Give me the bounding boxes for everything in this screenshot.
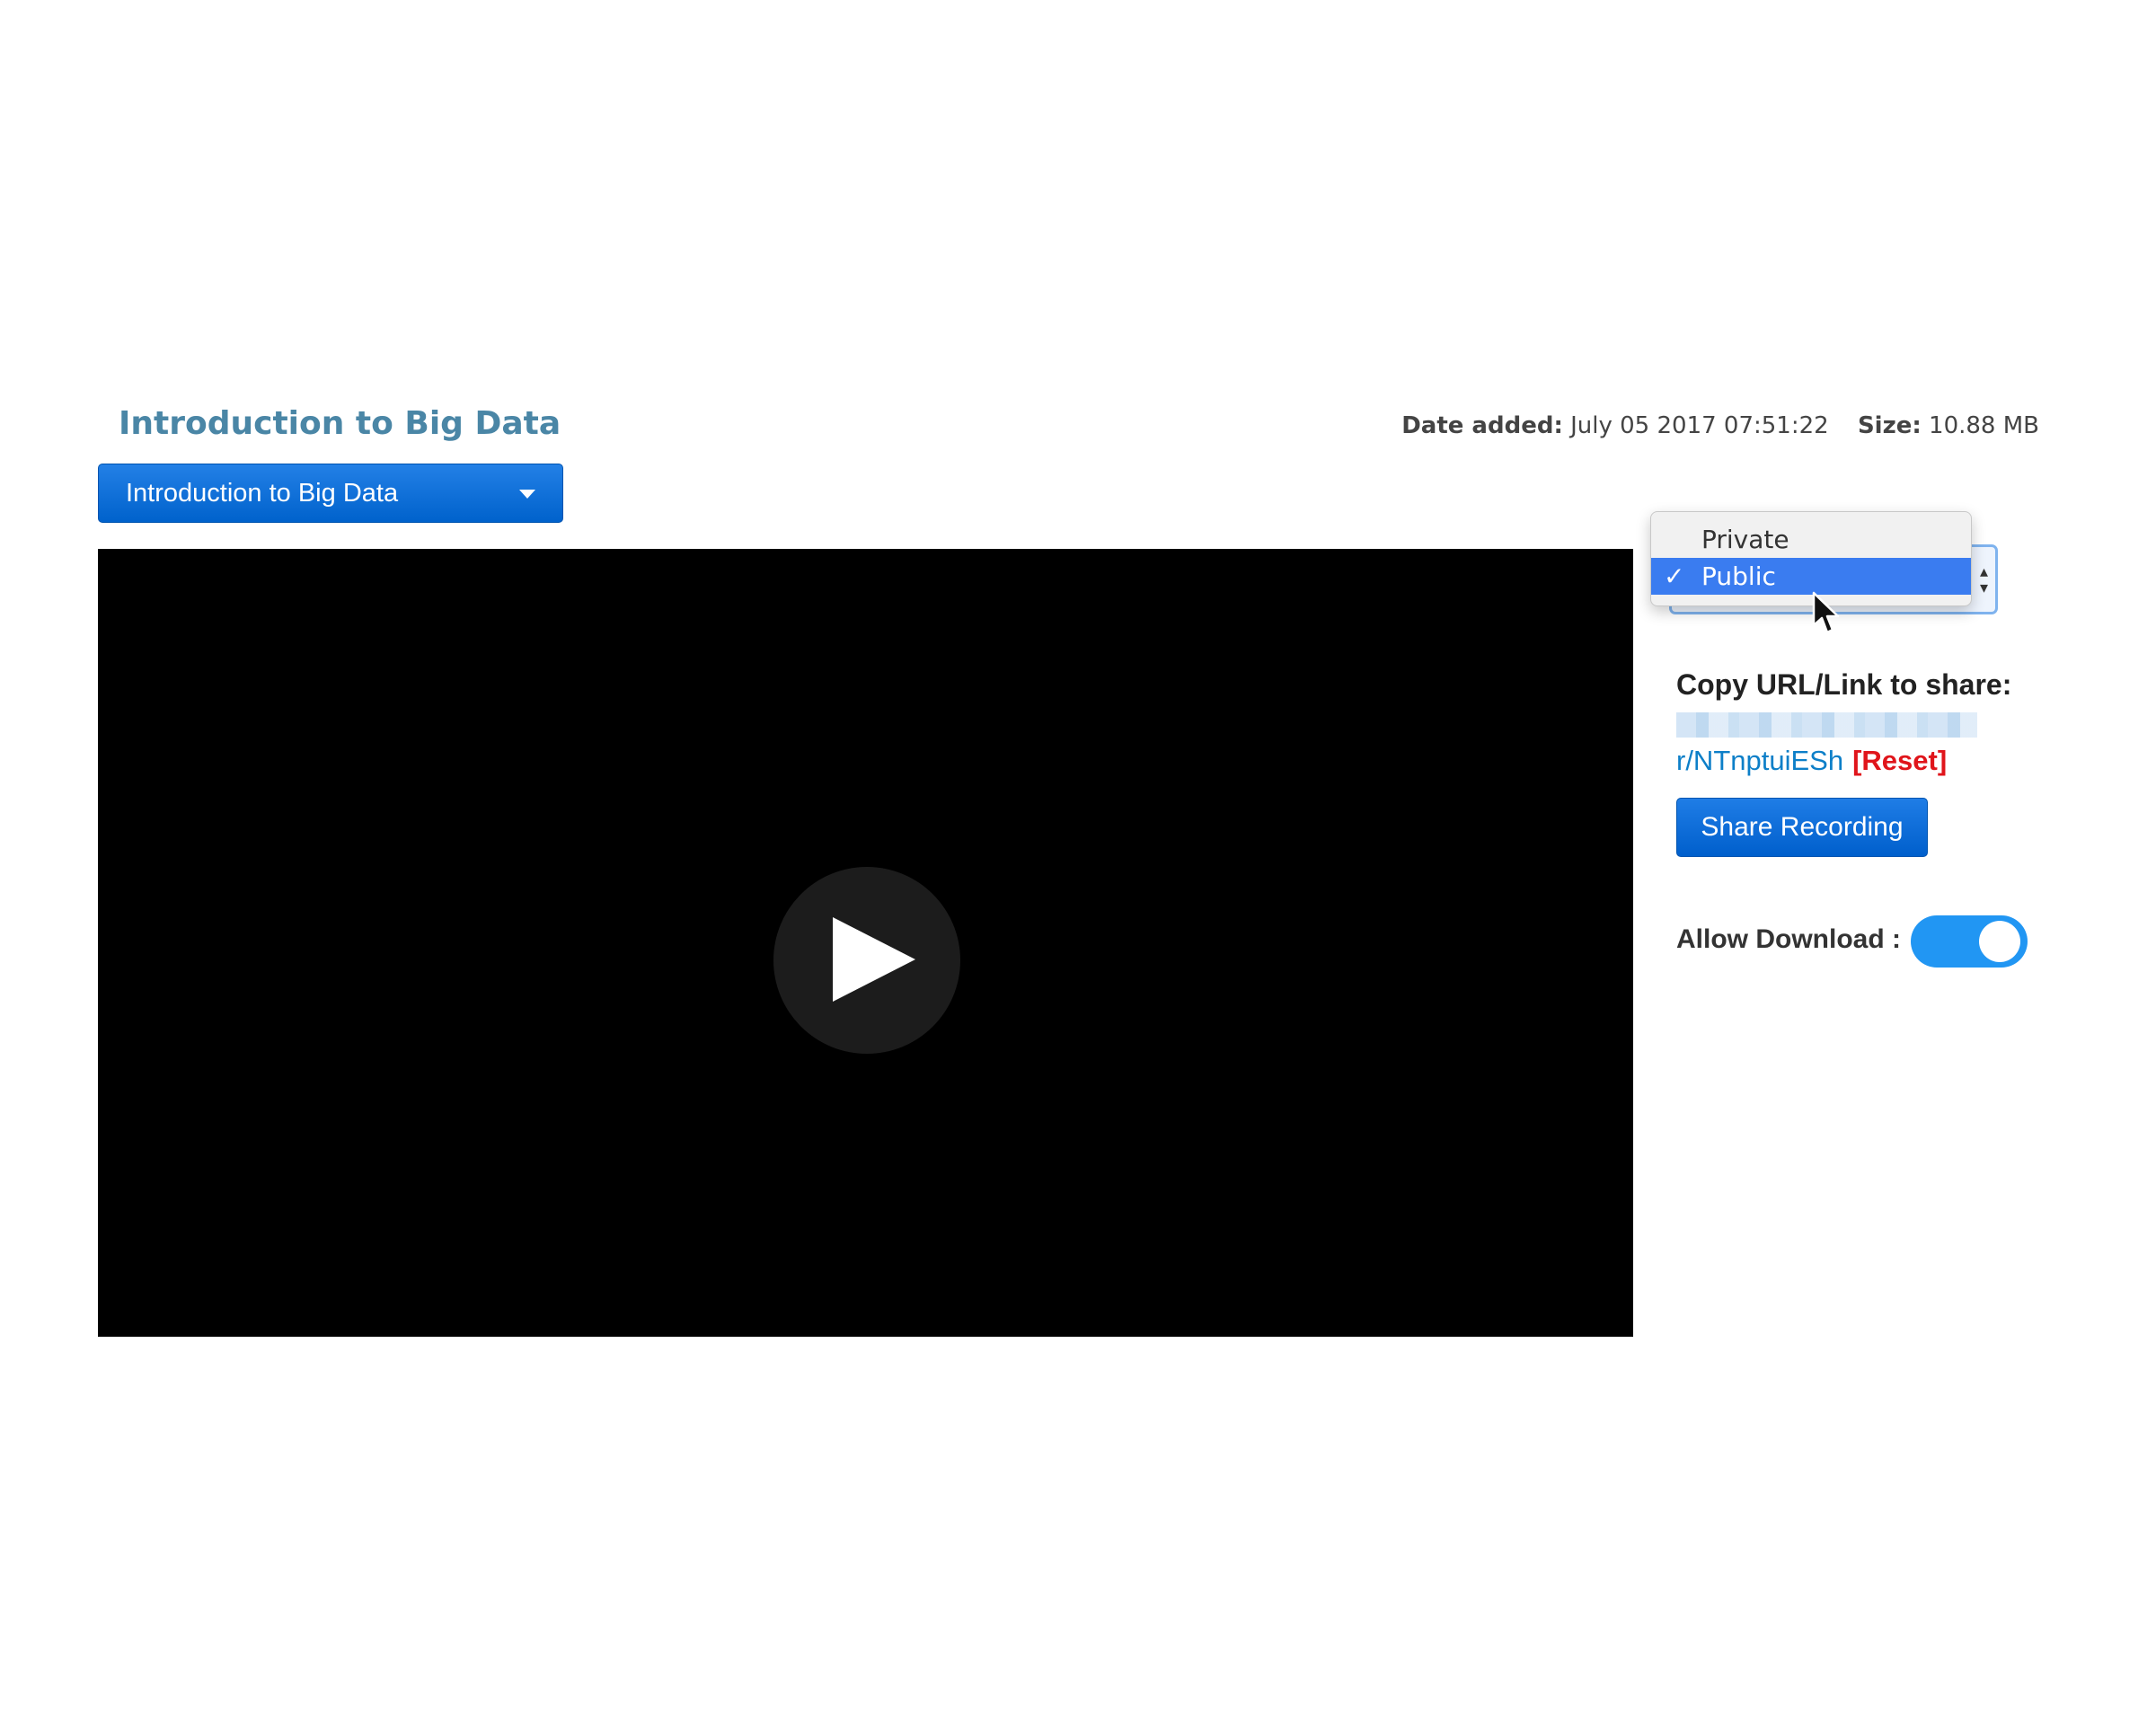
redacted-url-segment <box>1676 711 1977 738</box>
play-icon <box>833 917 915 1002</box>
share-url-link[interactable]: r/NTnptuiESh <box>1676 745 1843 776</box>
share-recording-button[interactable]: Share Recording <box>1676 798 1928 857</box>
size-value: 10.88 MB <box>1929 412 2039 439</box>
share-url-block: r/NTnptuiESh [Reset] <box>1676 704 2090 780</box>
allow-download-toggle[interactable] <box>1911 915 2028 968</box>
recording-select-value: Introduction to Big Data <box>126 479 399 508</box>
date-added-value: July 05 2017 07:51:22 <box>1570 412 1829 439</box>
recording-meta: Date added: July 05 2017 07:51:22 Size: … <box>1348 406 2039 446</box>
toggle-knob <box>1979 921 2020 962</box>
share-url-label: Copy URL/Link to share: <box>1676 668 2012 701</box>
checkmark-icon: ✓ <box>1664 561 1685 591</box>
date-added-label: Date added: <box>1401 412 1563 439</box>
page-title: Introduction to Big Data <box>119 405 561 442</box>
allow-download-label: Allow Download : <box>1676 924 1901 954</box>
mouse-cursor-icon <box>1812 591 1840 634</box>
visibility-option-private[interactable]: Private <box>1651 521 1971 558</box>
reset-link[interactable]: [Reset] <box>1852 745 1947 776</box>
select-arrows-icon: ▴ ▾ <box>1979 562 1988 596</box>
visibility-option-public[interactable]: ✓ Public <box>1651 558 1971 595</box>
size-label: Size: <box>1857 412 1922 439</box>
recording-select[interactable]: Introduction to Big Data <box>98 464 563 523</box>
caret-down-icon <box>519 490 535 499</box>
play-button[interactable] <box>773 867 960 1054</box>
video-player[interactable] <box>98 549 1633 1337</box>
